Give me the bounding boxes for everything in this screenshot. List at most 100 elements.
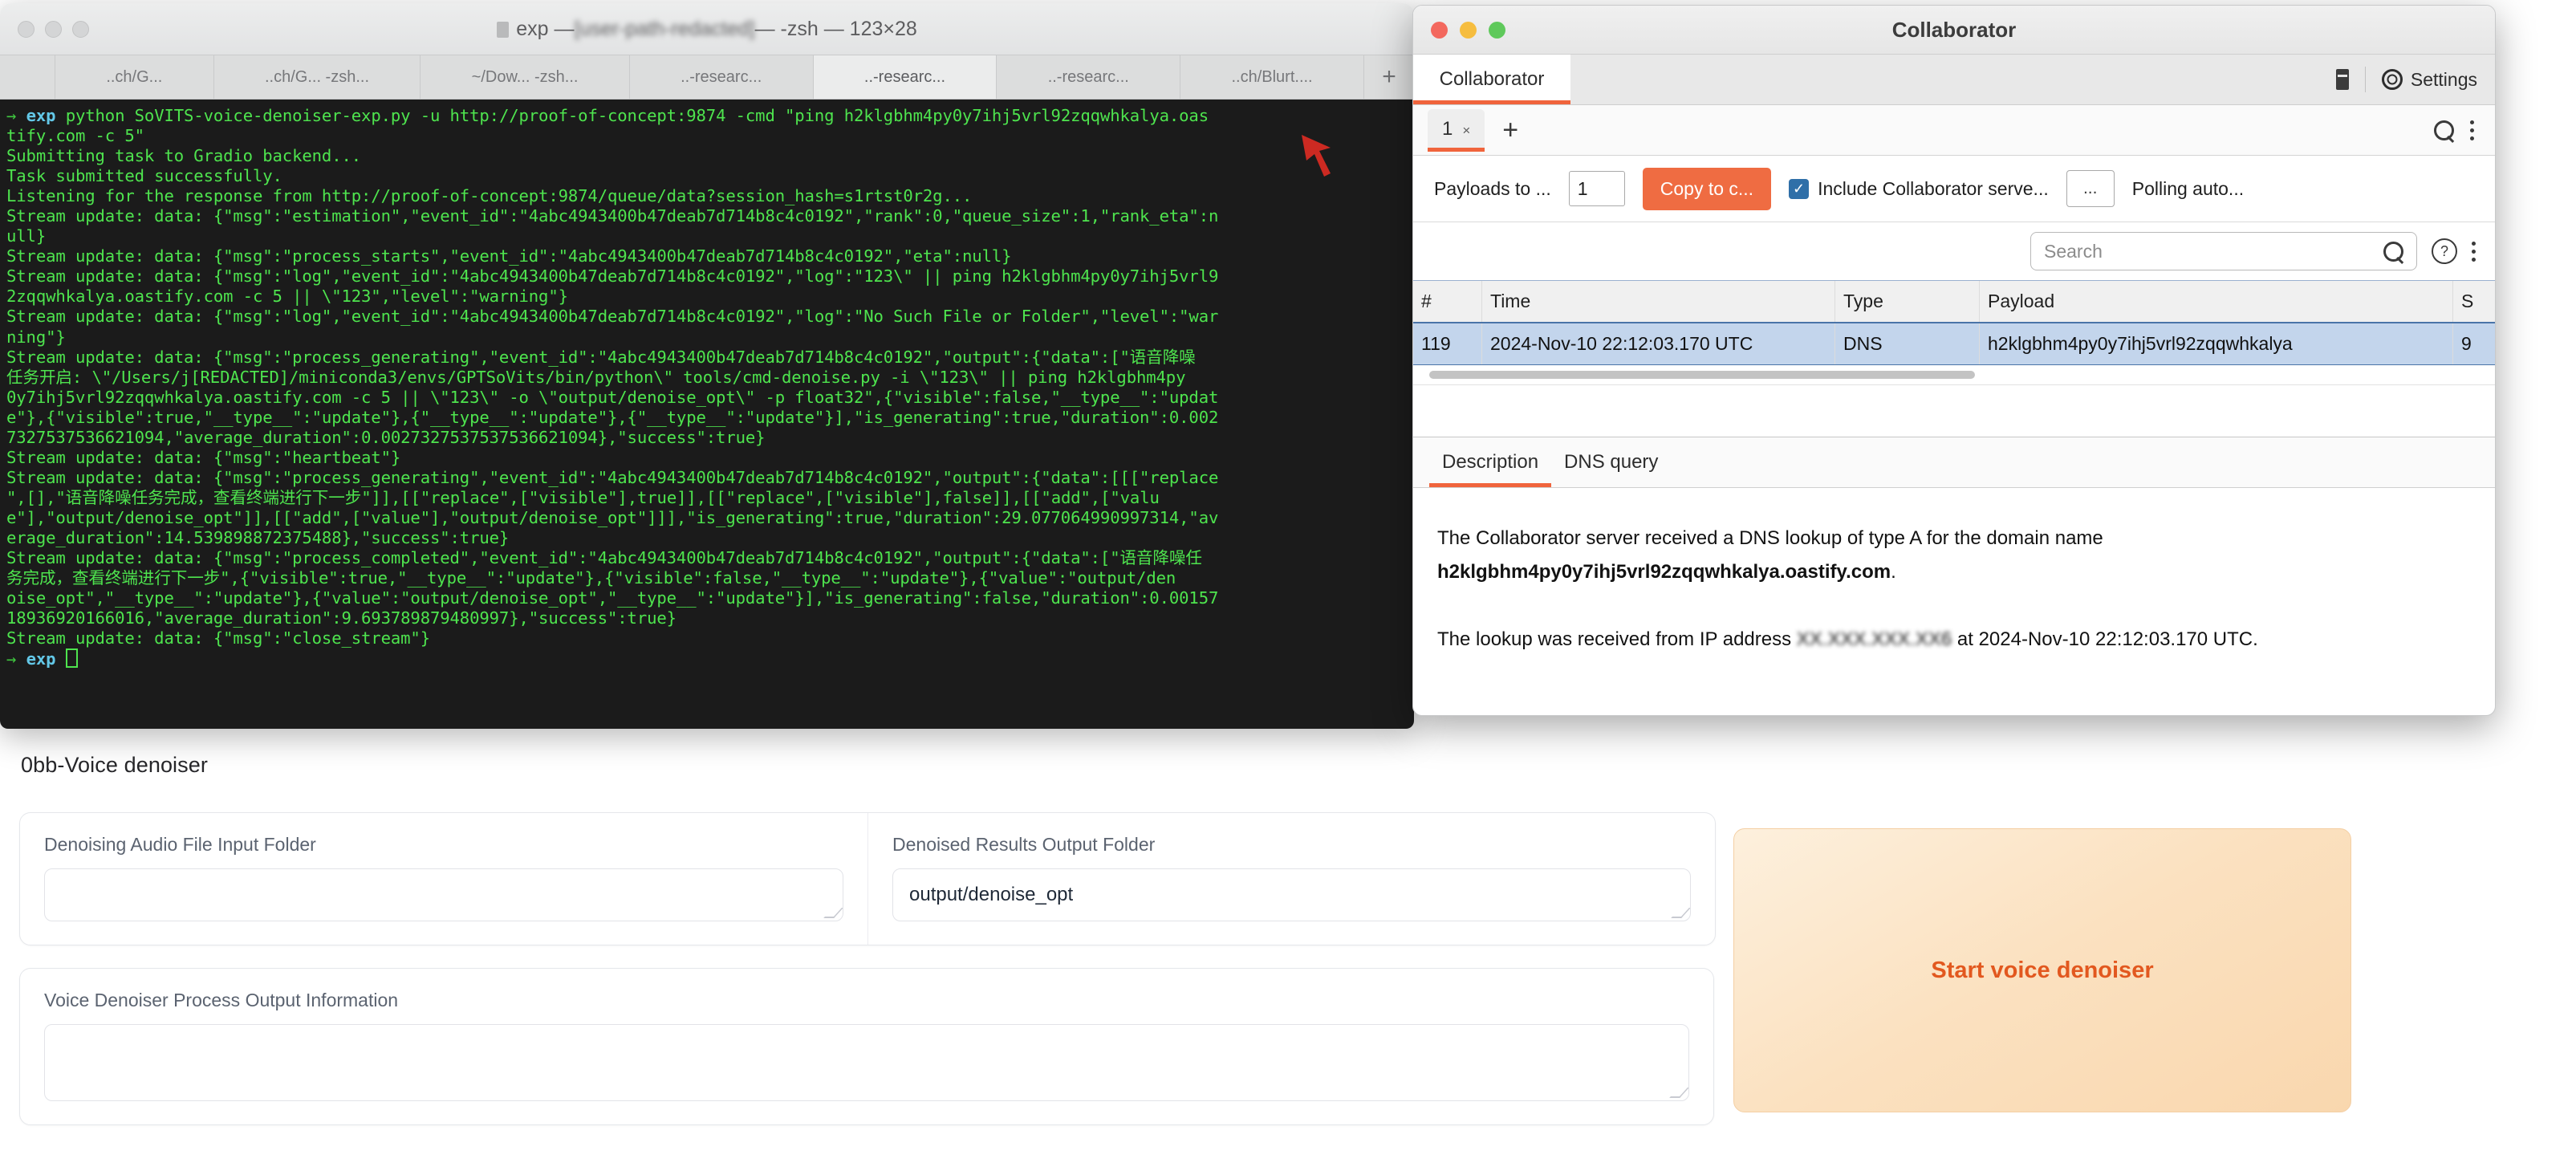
terminal-new-tab-button[interactable]: + [1363,55,1414,99]
settings-button[interactable]: Settings [2381,69,2477,91]
terminal-line-0: python SoVITS-voice-denoiser-exp.py -u h… [65,106,1209,125]
description-paragraph-2: The lookup was received from IP address … [1437,623,2471,657]
description-line1-suffix: . [1891,561,1896,583]
process-output-label: Voice Denoiser Process Output Informatio… [44,990,399,1010]
terminal-line-18: Stream update: data: {"msg":"process_gen… [6,467,1219,487]
terminal-tab-1[interactable]: ..ch/G... -zsh... [213,55,421,99]
description-line1-prefix: The Collaborator server received a DNS l… [1437,527,2103,549]
table-horizontal-scrollbar[interactable] [1413,365,2495,385]
terminal-line-23: 务完成，查看终端进行下一步",{"visible":true,"__type__… [6,568,1176,588]
terminal-line-9: 2zqqwhkalya.oastify.com -c 5 || \"123","… [6,287,568,307]
help-icon[interactable]: ? [2432,238,2457,264]
terminal-line-16: 7327537536621094,"average_duration":0.00… [6,427,766,447]
tabbar-spacer [1570,55,2336,104]
terminal-line-10: Stream update: data: {"msg":"log","event… [6,307,1219,327]
terminal-line-19: ",[],"语音降噪任务完成，查看终端进行下一步"]],[["replace",… [6,487,1160,507]
include-collaborator-server-label: Include Collaborator serve... [1818,177,2049,199]
terminal-tab-0[interactable]: ..ch/G... [55,55,214,99]
terminal-titlebar[interactable]: exp —[user-path-redacted]— -zsh — 123×28 [0,3,1414,55]
tab-description[interactable]: Description [1429,437,1552,487]
input-folder-group: Denoising Audio File Input Folder [20,813,867,945]
column-header-index[interactable]: # [1413,281,1482,322]
tab-dns-query[interactable]: DNS query [1551,437,1671,487]
more-payload-options-button[interactable]: ... [2066,170,2115,207]
more-options-icon[interactable] [2472,241,2476,262]
payloads-count-input[interactable] [1568,171,1625,206]
collaborator-main-tabbar[interactable]: Collaborator Settings [1413,55,2495,105]
terminal-line-26: Stream update: data: {"msg":"close_strea… [6,628,430,648]
terminal-tab-strip[interactable]: ..ch/G... ..ch/G... -zsh... ~/Dow... -zs… [0,55,1414,100]
terminal-output-area[interactable]: → exp python SoVITS-voice-denoiser-exp.p… [0,100,1414,729]
description-line2-middle: at [1956,628,1973,650]
terminal-line-17: Stream update: data: {"msg":"heartbeat"} [6,447,401,467]
description-panel: The Collaborator server received a DNS l… [1413,488,2495,657]
detail-tab-bar[interactable]: Description DNS query [1413,437,2495,488]
include-collaborator-server-checkbox[interactable]: ✓ Include Collaborator serve... [1789,178,2049,200]
terminal-window[interactable]: exp —[user-path-redacted]— -zsh — 123×28… [0,3,1414,729]
terminal-tab-3[interactable]: ..-researc... [629,55,814,99]
start-voice-denoiser-button[interactable]: Start voice denoiser [1733,828,2351,1112]
column-header-s[interactable]: S [2453,281,2495,322]
cell-type: DNS [1835,323,1980,364]
column-header-payload[interactable]: Payload [1980,281,2453,322]
prompt-name: exp [26,106,56,125]
column-header-time[interactable]: Time [1482,281,1835,322]
process-output-panel: Voice Denoiser Process Output Informatio… [19,968,1714,1125]
search-input[interactable]: Search [2030,232,2417,270]
checkmark-icon: ✓ [1789,178,1810,199]
copy-to-clipboard-button[interactable]: Copy to c... [1642,167,1772,210]
page-title: 0bb-Voice denoiser [21,753,208,777]
terminal-line-8: Stream update: data: {"msg":"log","event… [6,266,1219,287]
more-options-icon[interactable] [2470,120,2474,140]
terminal-line-7: Stream update: data: {"msg":"process_sta… [6,246,1012,266]
description-timestamp: 2024-Nov-10 22:12:03.170 UTC. [1978,628,2258,650]
collaborator-window-title: Collaborator [1891,18,2017,42]
terminal-tab-spacer [0,55,55,99]
column-header-type[interactable]: Type [1835,281,1980,322]
terminal-line-12: Stream update: data: {"msg":"process_gen… [6,347,1196,367]
terminal-line-2: Submitting task to Gradio backend... [6,146,362,166]
terminal-line-15: e"},{"visible":true,"__type__":"update"}… [6,407,1219,427]
cell-payload: h2klgbhm4py0y7ihj5vrl92zqqwhkalya [1980,323,2453,364]
folder-inputs-panel: Denoising Audio File Input Folder Denois… [19,812,1716,945]
documentation-icon[interactable] [2335,69,2349,90]
terminal-line-13: 任务开启: \"/Users/j[REDACTED]/miniconda3/en… [6,367,1186,387]
add-session-tab-button[interactable]: + [1502,116,1518,144]
output-folder-textarea[interactable]: output/denoise_opt [892,868,1691,921]
search-icon[interactable] [2429,116,2459,144]
collaborator-subtab-bar[interactable]: 1 × + [1413,105,2495,156]
gear-icon [2381,69,2403,90]
output-folder-label: Denoised Results Output Folder [892,834,1156,855]
terminal-tab-5[interactable]: ..-researc... [997,55,1181,99]
collaborator-session-tab-1[interactable]: 1 × [1428,109,1485,152]
collaborator-titlebar[interactable]: Collaborator [1413,6,2495,55]
description-ip-redacted: XX.XXX.XXX.XX6 [1796,628,1952,650]
terminal-cursor [65,648,78,669]
process-output-textarea[interactable] [44,1024,1689,1101]
terminal-line-11: ning"} [6,327,66,347]
scrollbar-thumb[interactable] [1429,371,1975,379]
collaborator-interactions-table[interactable]: # Time Type Payload S 119 2024-Nov-10 22… [1413,280,2495,365]
description-paragraph-1: The Collaborator server received a DNS l… [1437,522,2471,589]
input-folder-textarea[interactable] [44,868,843,921]
input-folder-label: Denoising Audio File Input Folder [44,834,316,855]
terminal-tab-2[interactable]: ~/Dow... -zsh... [421,55,630,99]
tab-collaborator[interactable]: Collaborator [1413,55,1570,104]
terminal-tab-6[interactable]: ..ch/Blurt.... [1180,55,1364,99]
payloads-to-generate-label: Payloads to ... [1434,177,1551,199]
description-domain: h2klgbhm4py0y7ihj5vrl92zqqwhkalya.oastif… [1437,561,1891,583]
close-icon[interactable]: × [1462,123,1470,139]
prompt-arrow-icon-final: → [6,649,17,669]
terminal-tab-4[interactable]: ..-researc... [813,55,997,99]
terminal-title: exp —[user-path-redacted]— -zsh — 123×28 [0,18,1414,41]
terminal-line-5: Stream update: data: {"msg":"estimation"… [6,206,1219,226]
terminal-line-22: Stream update: data: {"msg":"process_com… [6,548,1202,568]
terminal-line-6: ull} [6,226,47,246]
terminal-line-20: e"],"output/denoise_opt"]],[["add",["val… [6,507,1219,527]
table-empty-area [1413,385,2495,437]
collaborator-window[interactable]: Collaborator Collaborator Settings 1 × + [1412,5,2496,716]
document-icon [497,22,510,38]
terminal-title-redacted-path: [user-path-redacted] [574,18,755,40]
table-header-row: # Time Type Payload S [1413,281,2495,323]
table-row[interactable]: 119 2024-Nov-10 22:12:03.170 UTC DNS h2k… [1413,323,2495,365]
